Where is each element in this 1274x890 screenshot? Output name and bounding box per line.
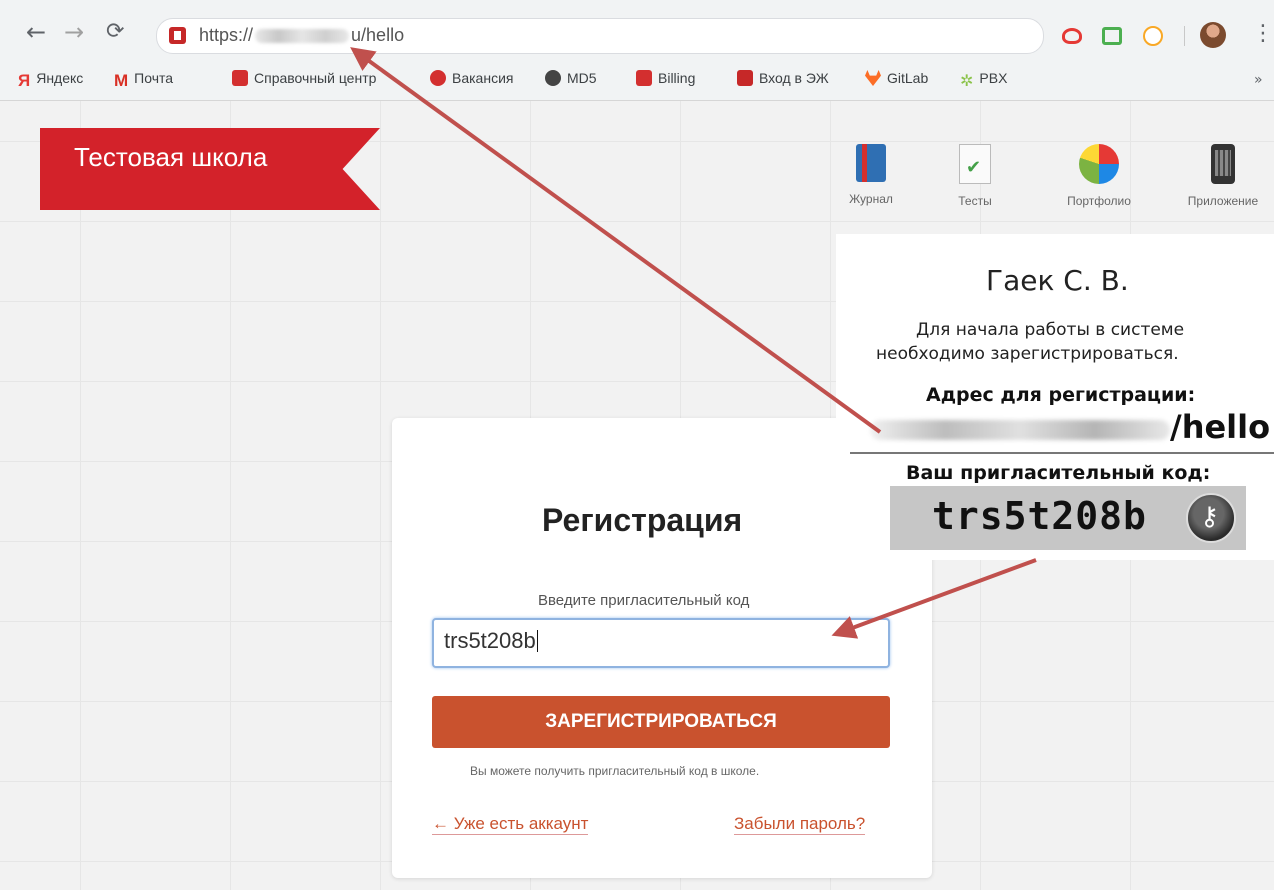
gmail-icon: M [114,71,129,90]
nav-tests-label: Тесты [958,194,992,208]
nav-app-label: Приложение [1187,194,1259,208]
text-caret [536,630,538,652]
bookmark-mail[interactable]: M Почта [114,70,173,90]
bookmarks-more-icon[interactable]: » [1254,72,1263,88]
invite-code-heading: Ваш пригласительный код: [906,462,1211,484]
forward-icon[interactable]: → [64,20,84,44]
ej-icon [737,70,753,86]
info-text-line2: необходимо зарегистрироваться. [876,344,1179,364]
invite-code-label: Введите пригласительный код [538,592,750,609]
login-link[interactable]: ← Уже есть аккаунт [432,814,589,835]
database-icon [636,70,652,86]
page-title: Регистрация [542,502,743,538]
bookmark-billing[interactable]: Billing [636,70,695,86]
toolbar-divider [1184,26,1185,46]
journal-icon [856,144,886,182]
invite-code-value: trs5t208b [444,628,536,653]
nav-journal[interactable]: Журнал [826,144,916,206]
bookmark-ej-login[interactable]: Вход в ЭЖ [737,70,829,86]
invite-hint: Вы можете получить пригласительный код в… [470,764,760,778]
teacher-name: Гаек С. В. [986,264,1129,297]
gitlab-icon [865,70,881,86]
hh-icon [430,70,446,86]
site-info-icon[interactable] [169,27,186,44]
brand-title[interactable]: Тестовая школа [74,142,267,173]
bookmark-gitlab[interactable]: GitLab [865,70,928,86]
menu-dots-icon[interactable]: ⋮ [1252,21,1274,46]
bookmark-help-center[interactable]: Справочный центр [232,70,376,86]
globe-icon [545,70,561,86]
address-bar[interactable]: https://u/hello [156,18,1044,54]
info-text-line1: Для начала работы в системе [916,320,1185,340]
address-label: Адрес для регистрации: [926,384,1196,406]
profile-avatar[interactable] [1200,22,1226,48]
invite-code-input[interactable]: trs5t208b [432,618,890,668]
pie-chart-icon [1079,144,1119,184]
forgot-password-link[interactable]: Забыли пароль? [734,814,866,835]
nav-journal-label: Журнал [849,192,893,206]
invite-code-box: trs5t208b ⚷ [890,486,1246,550]
tests-icon [959,144,991,184]
invite-info-panel: Гаек С. В. Для начала работы в системе н… [836,234,1274,560]
yandex-icon: Я [18,71,31,90]
register-button[interactable]: ЗАРЕГИСТРИРОВАТЬСЯ [432,696,890,748]
nav-portfolio-label: Портфолио [1067,194,1131,208]
shield-extension-icon[interactable] [1143,26,1163,46]
bookmark-yandex[interactable]: Я Яндекс [18,70,83,90]
bookmark-vacancy[interactable]: Вакансия [430,70,513,86]
chat-icon [232,70,248,86]
tv-extension-icon[interactable] [1102,27,1122,45]
info-divider [850,452,1274,454]
bookmarks-bar: Я Яндекс M Почта Справочный центр Вакансия… [0,64,1274,98]
bookmark-pbx[interactable]: ✲ PBX [960,70,1007,90]
url-text: https://u/hello [199,25,405,45]
pbx-icon: ✲ [960,73,974,90]
nav-portfolio[interactable]: Портфолио [1054,144,1144,208]
key-icon: ⚷ [1186,493,1236,543]
address-suffix: /hello [1170,408,1271,446]
cloud-extension-icon[interactable] [1062,28,1082,44]
nav-tests[interactable]: Тесты [930,144,1020,208]
bookmark-md5[interactable]: MD5 [545,70,597,86]
nav-app[interactable]: Приложение [1178,144,1268,208]
reload-icon[interactable]: ⟳ [106,20,124,44]
back-icon[interactable]: ← [26,20,46,44]
address-redacted [870,420,1170,440]
browser-chrome: ← → ⟳ https://u/hello ⋮ Я Яндекс M Почта С… [0,0,1274,101]
phone-icon [1211,144,1235,184]
url-redacted [255,29,350,44]
invite-code-display: trs5t208b [932,494,1147,538]
